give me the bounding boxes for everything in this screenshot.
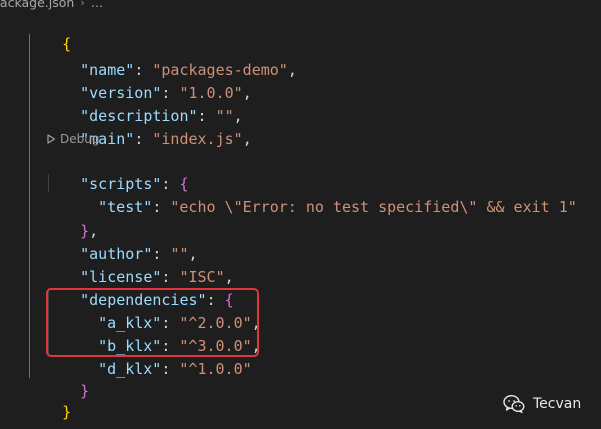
highlight-box: [46, 288, 259, 357]
close-brace: }: [62, 403, 72, 421]
json-key: "test": [98, 198, 153, 216]
json-string: "echo \"Error: no test specified\" && ex…: [170, 198, 577, 216]
code-line: }: [44, 357, 89, 400]
code-line-main: "main": "index.js",: [80, 130, 252, 148]
code-line: {: [26, 10, 71, 53]
json-key: "d_klx": [98, 360, 162, 378]
code-line-name: "name": "packages-demo",: [80, 61, 297, 79]
play-icon: [47, 134, 56, 144]
code-line-dependencies: "dependencies": {: [80, 291, 234, 309]
watermark-text: Tecvan: [533, 396, 582, 412]
code-line-license: "license": "ISC",: [80, 268, 234, 286]
code-line: }: [26, 378, 71, 421]
code-line-author: "author": "",: [80, 245, 198, 263]
code-editor[interactable]: { "name": "packages-demo", "version": "1…: [0, 0, 601, 429]
code-line: },: [80, 222, 99, 240]
wechat-icon: [503, 394, 525, 414]
code-line-test: "test": "echo \"Error: no test specified…: [98, 198, 577, 216]
code-line-scripts: "scripts": {: [80, 175, 189, 193]
code-line-description: "description": "",: [80, 107, 243, 125]
indent-guide: [29, 34, 30, 378]
code-line-version: "version": "1.0.0",: [80, 84, 252, 102]
debug-label[interactable]: Debug: [60, 131, 99, 147]
json-string: "index.js": [152, 130, 243, 148]
watermark: Tecvan: [503, 393, 581, 415]
json-string: "^1.0.0": [179, 360, 252, 378]
close-brace-inner: }: [80, 382, 90, 400]
debug-codelens[interactable]: Debug: [46, 131, 99, 147]
